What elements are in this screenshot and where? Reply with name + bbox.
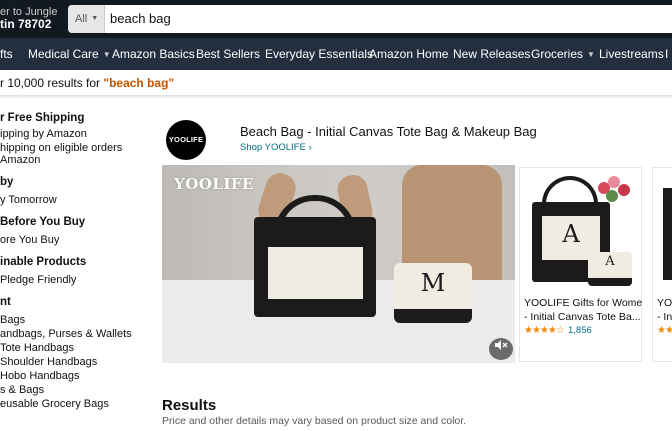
filter-heading-sustainable: inable Products	[0, 256, 87, 268]
product-card[interactable]: A A YOOLIFE Gifts for Women - Initial Ca…	[519, 167, 642, 362]
nav-label: Medical Care	[28, 47, 99, 61]
filter-dept-hobo-handbags[interactable]: Hobo Handbags	[0, 370, 80, 382]
nav-item-everyday-essentials[interactable]: Everyday Essentials	[265, 38, 373, 70]
nav-item-medical-care[interactable]: Medical Care ▼	[28, 38, 111, 70]
filter-try-before-you-buy[interactable]: ore You Buy	[0, 234, 59, 246]
filter-free-shipping-eligible-cont[interactable]: Amazon	[0, 154, 40, 166]
results-query: "beach bag"	[103, 76, 175, 90]
nav-label: Best Sellers	[196, 47, 261, 61]
caret-down-icon: ▼	[91, 15, 99, 23]
filter-heading-delivery-day: by	[0, 176, 14, 188]
product-image[interactable]: A A	[526, 172, 636, 288]
product-title-line-2[interactable]: - In	[657, 310, 672, 324]
nav-item-amazon-basics[interactable]: Amazon Basics	[112, 38, 195, 70]
chevron-down-icon: ▼	[587, 49, 595, 59]
filter-dept-tote-handbags[interactable]: Tote Handbags	[0, 342, 74, 354]
nav-item-groceries[interactable]: Groceries ▼	[531, 38, 595, 70]
filter-dept-bags-2[interactable]: s & Bags	[0, 384, 44, 396]
nav-item-best-sellers[interactable]: Best Sellers	[196, 38, 260, 70]
product-makeup-pouch: A	[588, 252, 632, 286]
results-subtitle: Price and other details may vary based o…	[162, 415, 467, 427]
filter-dept-shoulder-handbags[interactable]: Shoulder Handbags	[0, 356, 97, 368]
results-heading: Results	[162, 397, 217, 414]
filter-get-it-tomorrow[interactable]: y Tomorrow	[0, 194, 57, 206]
nav-label: Amazon Home	[369, 47, 449, 61]
video-watermark: YOOLIFE	[174, 175, 254, 193]
product-tote-letter: A	[562, 220, 580, 248]
mute-icon	[495, 340, 508, 350]
pouch-letter: M	[420, 269, 446, 297]
nav-item-livestreams[interactable]: Livestreams	[599, 38, 664, 70]
product-flowers	[594, 176, 632, 206]
nav-label: I	[665, 47, 669, 61]
nav-label: Everyday Essentials	[265, 47, 374, 61]
filter-dept-bags[interactable]: Bags	[0, 314, 25, 326]
search-bar: All ▼	[68, 5, 672, 33]
filter-free-shipping-eligible[interactable]: hipping on eligible orders	[0, 142, 122, 154]
deliver-line-2: tin 78702	[0, 17, 52, 31]
sponsored-video[interactable]: M YOOLIFE	[162, 165, 515, 363]
filter-heading-department: nt	[0, 296, 11, 308]
tote-canvas-panel	[268, 247, 363, 299]
nav-bar: fts Medical Care ▼ Amazon Basics Best Sel…	[0, 38, 672, 70]
filter-dept-handbags[interactable]: andbags, Purses & Wallets	[0, 328, 132, 340]
filter-climate-pledge-friendly[interactable]: Pledge Friendly	[0, 274, 76, 286]
brand-logo-text: YOOLIFE	[168, 135, 204, 144]
filter-shipping-by-amazon[interactable]: ipping by Amazon	[0, 128, 87, 140]
star-rating[interactable]: ★★	[657, 325, 672, 336]
top-header: er to Jungle tin 78702 All ▼	[0, 0, 672, 38]
brand-logo[interactable]: YOOLIFE	[166, 120, 206, 160]
nav-label: fts	[0, 47, 13, 61]
star-rating[interactable]: ★★★★☆	[524, 325, 565, 336]
nav-label: Livestreams	[599, 47, 664, 61]
rating-count[interactable]: 1,856	[568, 325, 592, 336]
filter-heading-try-before-you-buy: Before You Buy	[0, 216, 86, 228]
search-category-label: All	[75, 13, 88, 25]
product-card[interactable]: YO - In ★★	[652, 167, 672, 362]
search-category-dropdown[interactable]: All ▼	[68, 5, 105, 33]
nav-item-amazon-home[interactable]: Amazon Home	[369, 38, 448, 70]
product-pouch-letter: A	[605, 254, 615, 269]
nav-item-new-releases[interactable]: New Releases	[453, 38, 530, 70]
mute-button[interactable]	[489, 338, 513, 360]
product-title-line-1[interactable]: YOOLIFE Gifts for Women	[524, 296, 642, 310]
nav-item-gifts[interactable]: fts	[0, 38, 13, 70]
sponsored-brand-title[interactable]: Beach Bag - Initial Canvas Tote Bag & Ma…	[240, 124, 537, 139]
nav-item-overflow[interactable]: I	[665, 38, 668, 70]
video-makeup-pouch: M	[394, 263, 472, 323]
results-count-bar: r 10,000 results for "beach bag"	[0, 70, 672, 96]
chevron-down-icon: ▼	[102, 49, 111, 59]
results-count-prefix: r 10,000 results for	[0, 76, 104, 90]
product-title-line-2[interactable]: - Initial Canvas Tote Ba...	[524, 310, 642, 324]
product-tote-bag	[663, 188, 672, 280]
search-input[interactable]	[110, 5, 610, 33]
nav-label: Amazon Basics	[112, 47, 195, 61]
shop-brand-link[interactable]: Shop YOOLIFE ›	[240, 142, 312, 153]
nav-label: New Releases	[453, 47, 531, 61]
product-title-line-1[interactable]: YO	[657, 296, 672, 310]
product-image[interactable]	[659, 172, 672, 288]
video-tote-bag	[254, 195, 376, 317]
filter-heading-free-shipping: r Free Shipping	[0, 112, 85, 124]
deliver-to-location[interactable]: er to Jungle tin 78702	[0, 6, 57, 30]
filter-dept-reusable-grocery[interactable]: eusable Grocery Bags	[0, 398, 109, 410]
nav-label: Groceries	[531, 47, 584, 61]
results-count-text: r 10,000 results for "beach bag"	[0, 76, 174, 90]
